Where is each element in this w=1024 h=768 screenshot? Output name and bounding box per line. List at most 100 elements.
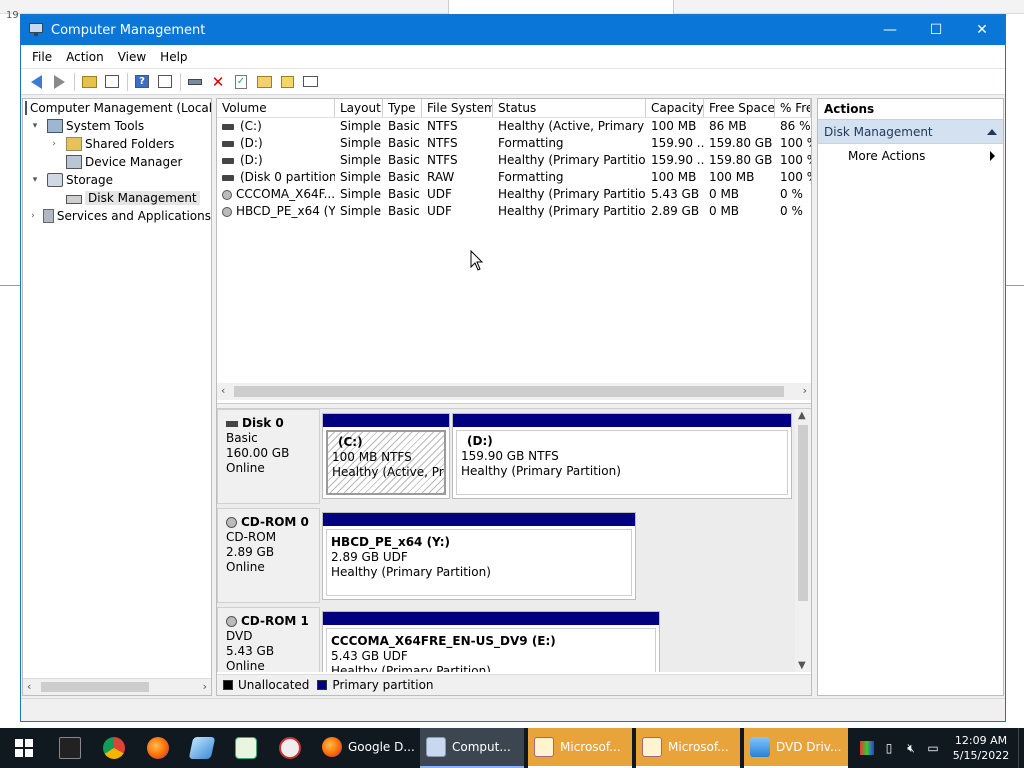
taskbar-task-google-docs[interactable]: Google D... <box>316 728 420 768</box>
up-folder-icon[interactable] <box>78 72 100 92</box>
scroll-left-icon[interactable]: ‹ <box>27 680 31 693</box>
table-row[interactable]: (D:) Simple Basic NTFS Formatting 159.90 ... 1… <box>217 135 811 152</box>
partition-detail: 2.89 GB UDF <box>331 550 408 564</box>
tree-item-system-tools[interactable]: ▾ System Tools <box>23 117 211 135</box>
cell-text: CCCOMA_X64F... <box>236 187 335 201</box>
partition-block[interactable]: (C:) 100 MB NTFS Healthy (Active, Primar… <box>322 413 450 499</box>
menu-view[interactable]: View <box>111 50 153 64</box>
table-row[interactable]: HBCD_PE_x64 (Y:) Simple Basic UDF Healthy (P… <box>217 203 811 220</box>
tree-item-device-manager[interactable]: Device Manager <box>23 153 211 171</box>
partition-block[interactable]: CCCOMA_X64FRE_EN-US_DV9 (E:) 5.43 GB UDF… <box>322 611 660 672</box>
scroll-left-icon[interactable]: ‹ <box>221 384 225 397</box>
actions-section-disk-management[interactable]: Disk Management <box>818 120 1003 144</box>
tree-item-storage[interactable]: ▾ Storage <box>23 171 211 189</box>
expand-arrow-icon[interactable]: › <box>48 139 60 149</box>
column-header-percent-free[interactable]: % Free <box>775 99 811 117</box>
menu-action[interactable]: Action <box>59 50 111 64</box>
show-desktop-button[interactable] <box>1018 728 1024 768</box>
keyboard-tray-icon[interactable]: ▭ <box>922 728 944 768</box>
cell-text: 86 MB <box>709 119 747 133</box>
clock[interactable]: 12:09 AM 5/15/2022 <box>944 733 1018 763</box>
disk-label[interactable]: CD-ROM 1 DVD 5.43 GB Online <box>217 607 320 672</box>
scroll-right-icon[interactable]: › <box>803 384 807 397</box>
show-hide-action-pane-icon[interactable] <box>154 72 176 92</box>
help-icon[interactable]: ? <box>131 72 153 92</box>
taskbar-task-computer-management[interactable]: Comput... <box>420 728 524 768</box>
taskbar-pin-chrome[interactable] <box>92 728 136 768</box>
scroll-thumb[interactable] <box>41 682 149 692</box>
disk-label[interactable]: Disk 0 Basic 160.00 GB Online <box>217 409 320 504</box>
taskbar-task-explorer-2[interactable]: Microsof... <box>636 728 740 768</box>
hard-disk-icon <box>226 420 238 427</box>
search-icon[interactable] <box>276 72 298 92</box>
menu-help[interactable]: Help <box>153 50 194 64</box>
show-hide-tree-icon[interactable] <box>101 72 123 92</box>
expand-arrow-icon[interactable]: › <box>29 211 37 221</box>
cell-text: Simple <box>340 136 381 150</box>
taskbar-pin-app[interactable] <box>180 728 224 768</box>
scroll-thumb[interactable] <box>798 425 808 601</box>
table-row[interactable]: (Disk 0 partition 1) Simple Basic RAW Format… <box>217 169 811 186</box>
forward-icon[interactable] <box>48 72 70 92</box>
delete-icon[interactable]: ✕ <box>207 72 229 92</box>
column-header-volume[interactable]: Volume <box>217 99 335 117</box>
cell-text: 100 MB <box>709 170 755 184</box>
column-header-free-space[interactable]: Free Space <box>704 99 775 117</box>
graphical-view-vertical-scrollbar[interactable]: ▲ ▼ <box>795 409 811 672</box>
table-row[interactable]: (C:) Simple Basic NTFS Healthy (Active, Prim… <box>217 118 811 135</box>
scroll-right-icon[interactable]: › <box>203 680 207 693</box>
volume-list-horizontal-scrollbar[interactable]: ‹ › <box>217 383 811 400</box>
collapse-arrow-icon[interactable]: ▾ <box>29 175 41 185</box>
taskbar-pin-paint[interactable] <box>268 728 312 768</box>
cell-text: (Disk 0 partition 1) <box>240 170 335 184</box>
table-cell-capacity: 2.89 GB <box>646 203 704 220</box>
scroll-down-icon[interactable]: ▼ <box>798 660 806 671</box>
taskbar-pin-firefox[interactable] <box>136 728 180 768</box>
column-header-status[interactable]: Status <box>493 99 646 117</box>
scroll-thumb[interactable] <box>234 386 784 397</box>
tree-item-services-and-applications[interactable]: › Services and Applications <box>23 207 211 225</box>
rescan-icon[interactable] <box>299 72 321 92</box>
cell-text: Healthy (Active, Primary ... <box>498 119 646 133</box>
tree-item-disk-management[interactable]: Disk Management <box>23 189 211 207</box>
table-row[interactable]: (D:) Simple Basic NTFS Healthy (Primary Part… <box>217 152 811 169</box>
taskbar-pin-notepad[interactable] <box>224 728 268 768</box>
close-button[interactable]: ✕ <box>959 15 1005 45</box>
start-button[interactable] <box>0 728 48 768</box>
column-header-layout[interactable]: Layout <box>335 99 383 117</box>
table-row[interactable]: CCCOMA_X64F... Simple Basic UDF Healthy (Pri… <box>217 186 811 203</box>
collapse-up-icon[interactable] <box>987 129 997 135</box>
menu-file[interactable]: File <box>25 50 59 64</box>
open-icon[interactable] <box>253 72 275 92</box>
volume-muted-icon[interactable]: 🔇︎ <box>900 728 922 768</box>
color-app-tray-icon[interactable] <box>856 728 878 768</box>
column-header-capacity[interactable]: Capacity <box>646 99 704 117</box>
maximize-button[interactable]: ☐ <box>913 15 959 45</box>
cell-text: Basic <box>388 187 420 201</box>
connect-icon[interactable] <box>184 72 206 92</box>
taskbar-task-explorer-1[interactable]: Microsof... <box>528 728 632 768</box>
cmd-icon <box>59 737 81 759</box>
collapse-arrow-icon[interactable]: ▾ <box>29 121 41 131</box>
taskbar-task-dvd-drive[interactable]: DVD Driv... <box>744 728 848 768</box>
partition-detail: 5.43 GB UDF <box>331 649 408 663</box>
background-divider-right <box>1004 285 1024 286</box>
column-header-type[interactable]: Type <box>383 99 422 117</box>
properties-icon[interactable]: ✓ <box>230 72 252 92</box>
back-icon[interactable] <box>25 72 47 92</box>
tree-item-shared-folders[interactable]: › Shared Folders <box>23 135 211 153</box>
partition-block[interactable]: (D:) 159.90 GB NTFS Healthy (Primary Par… <box>452 413 792 499</box>
minimize-button[interactable]: — <box>867 15 913 45</box>
taskbar-pin-cmd[interactable] <box>48 728 92 768</box>
table-cell-free: 159.80 GB <box>704 152 775 169</box>
tree-horizontal-scrollbar[interactable]: ‹ › <box>23 678 211 695</box>
more-actions-item[interactable]: More Actions <box>818 144 1003 168</box>
tree-item-computer-management[interactable]: Computer Management (Local <box>23 99 211 117</box>
title-bar[interactable]: Computer Management — ☐ ✕ <box>21 15 1005 45</box>
partition-block[interactable]: HBCD_PE_x64 (Y:) 2.89 GB UDF Healthy (Pr… <box>322 512 636 600</box>
column-header-file-system[interactable]: File System <box>422 99 493 117</box>
drive-icon <box>222 157 234 164</box>
usb-tray-icon[interactable]: ▯ <box>878 728 900 768</box>
scroll-up-icon[interactable]: ▲ <box>798 410 806 421</box>
disk-label[interactable]: CD-ROM 0 CD-ROM 2.89 GB Online <box>217 508 320 603</box>
